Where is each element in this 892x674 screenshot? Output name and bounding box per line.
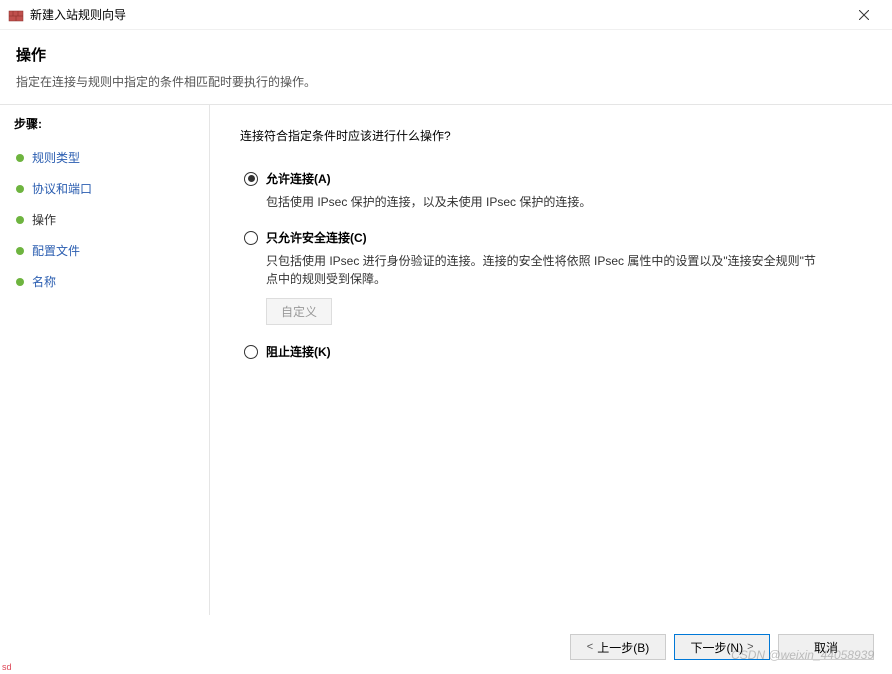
wizard-footer: < 上一步(B) 下一步(N) > 取消: [0, 620, 892, 674]
page-title: 操作: [16, 44, 876, 65]
option-allow-secure-desc: 只包括使用 IPsec 进行身份验证的连接。连接的安全性将依照 IPsec 属性…: [266, 252, 826, 288]
action-radio-group: 允许连接(A) 包括使用 IPsec 保护的连接，以及未使用 IPsec 保护的…: [244, 170, 862, 360]
cancel-button[interactable]: 取消: [778, 634, 874, 660]
step-action[interactable]: 操作: [14, 204, 195, 235]
close-icon: [859, 10, 869, 20]
radio-label: 阻止连接(K): [266, 343, 331, 360]
chevron-left-icon: <: [587, 641, 593, 653]
steps-sidebar: 步骤: 规则类型 协议和端口 操作 配置文件 名称: [0, 105, 210, 615]
back-label: 上一步(B): [597, 639, 649, 656]
bullet-icon: [16, 185, 24, 193]
step-protocol-port[interactable]: 协议和端口: [14, 173, 195, 204]
firewall-icon: [8, 7, 24, 23]
radio-allow[interactable]: 允许连接(A): [244, 170, 862, 187]
bullet-icon: [16, 247, 24, 255]
bullet-icon: [16, 216, 24, 224]
radio-block[interactable]: 阻止连接(K): [244, 343, 862, 360]
chevron-right-icon: >: [747, 641, 753, 653]
wizard-content: 步骤: 规则类型 协议和端口 操作 配置文件 名称 连接符合指定条件时应该进行什…: [0, 105, 892, 615]
step-label: 配置文件: [32, 242, 80, 259]
steps-title: 步骤:: [14, 115, 195, 132]
close-button[interactable]: [844, 1, 884, 29]
action-question: 连接符合指定条件时应该进行什么操作?: [240, 127, 862, 144]
main-pane: 连接符合指定条件时应该进行什么操作? 允许连接(A) 包括使用 IPsec 保护…: [210, 105, 892, 615]
step-label: 操作: [32, 211, 56, 228]
radio-label: 只允许安全连接(C): [266, 229, 367, 246]
step-label: 规则类型: [32, 149, 80, 166]
radio-icon: [244, 345, 258, 359]
titlebar: 新建入站规则向导: [0, 0, 892, 30]
option-allow-desc: 包括使用 IPsec 保护的连接，以及未使用 IPsec 保护的连接。: [266, 193, 826, 211]
wizard-header: 操作 指定在连接与规则中指定的条件相匹配时要执行的操作。: [0, 30, 892, 104]
page-subtitle: 指定在连接与规则中指定的条件相匹配时要执行的操作。: [16, 73, 876, 90]
radio-label: 允许连接(A): [266, 170, 331, 187]
back-button[interactable]: < 上一步(B): [570, 634, 666, 660]
bullet-icon: [16, 278, 24, 286]
radio-icon: [244, 231, 258, 245]
option-allow-secure: 只允许安全连接(C) 只包括使用 IPsec 进行身份验证的连接。连接的安全性将…: [244, 229, 862, 325]
option-allow: 允许连接(A) 包括使用 IPsec 保护的连接，以及未使用 IPsec 保护的…: [244, 170, 862, 211]
option-block: 阻止连接(K): [244, 343, 862, 360]
next-button[interactable]: 下一步(N) >: [674, 634, 770, 660]
customize-button: 自定义: [266, 298, 332, 325]
step-rule-type[interactable]: 规则类型: [14, 142, 195, 173]
bullet-icon: [16, 154, 24, 162]
step-label: 名称: [32, 273, 56, 290]
step-profile[interactable]: 配置文件: [14, 235, 195, 266]
step-name[interactable]: 名称: [14, 266, 195, 297]
window-title: 新建入站规则向导: [30, 6, 844, 23]
radio-allow-secure[interactable]: 只允许安全连接(C): [244, 229, 862, 246]
radio-icon: [244, 172, 258, 186]
next-label: 下一步(N): [690, 639, 743, 656]
step-label: 协议和端口: [32, 180, 92, 197]
